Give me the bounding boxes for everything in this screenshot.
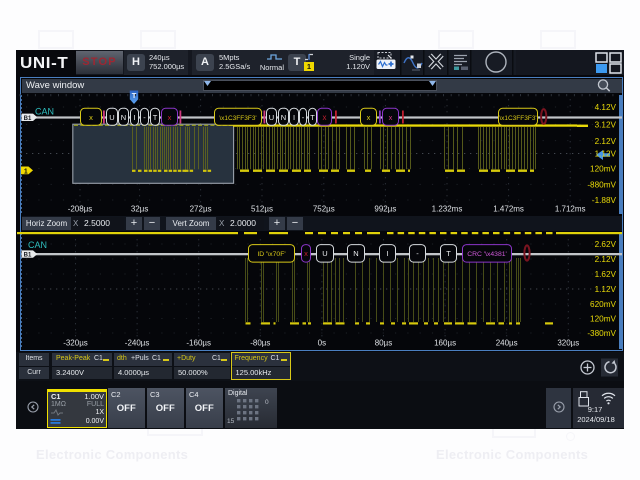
svg-text:-160µs: -160µs (186, 339, 211, 348)
svg-text:x: x (168, 113, 172, 122)
svg-text:B1: B1 (24, 116, 32, 122)
svg-text:\x1C3FF3F3': \x1C3FF3F3' (219, 115, 256, 122)
svg-text:T: T (446, 249, 451, 258)
svg-text:CAN: CAN (35, 107, 54, 117)
svg-text:620mV: 620mV (590, 300, 616, 309)
svg-text:-380mV: -380mV (587, 329, 616, 338)
svg-text:x: x (89, 113, 93, 122)
svg-text:-80µs: -80µs (250, 339, 270, 348)
svg-text:x: x (389, 113, 393, 122)
svg-text:240µs: 240µs (496, 339, 518, 348)
svg-text:80µs: 80µs (375, 339, 393, 348)
svg-text:2.62V: 2.62V (595, 240, 617, 249)
svg-text:1.712ms: 1.712ms (555, 205, 586, 214)
svg-text:N: N (121, 113, 126, 122)
svg-text:N: N (281, 113, 286, 122)
svg-text:0s: 0s (318, 339, 326, 348)
svg-text:752µs: 752µs (313, 205, 335, 214)
svg-text:T: T (310, 113, 315, 122)
svg-text:992µs: 992µs (374, 205, 396, 214)
svg-text:T: T (153, 113, 158, 122)
svg-text:U: U (109, 113, 114, 122)
svg-text:1.12V: 1.12V (595, 150, 617, 159)
svg-text:120mV: 120mV (590, 165, 616, 174)
svg-text:32µs: 32µs (131, 205, 149, 214)
svg-text:I: I (386, 249, 388, 258)
svg-text:160µs: 160µs (434, 339, 456, 348)
svg-text:-320µs: -320µs (63, 339, 88, 348)
svg-text:2.12V: 2.12V (595, 137, 617, 146)
svg-text:x: x (323, 113, 327, 122)
svg-text:I: I (293, 113, 295, 122)
svg-text:1.12V: 1.12V (595, 285, 617, 294)
svg-text:ID '\x70F': ID '\x70F' (257, 251, 285, 258)
svg-text:U: U (269, 113, 274, 122)
svg-text:x: x (304, 249, 308, 258)
svg-text:N: N (353, 249, 358, 258)
svg-text:4.12V: 4.12V (595, 103, 617, 112)
svg-text:B1: B1 (24, 253, 32, 259)
svg-text:2.12V: 2.12V (595, 255, 617, 264)
svg-text:\x1C3FF3F3': \x1C3FF3F3' (499, 115, 536, 122)
svg-text:I: I (133, 113, 135, 122)
svg-text:120mV: 120mV (590, 315, 616, 324)
svg-text:x: x (367, 113, 371, 122)
svg-text:-880mV: -880mV (587, 181, 616, 190)
svg-text:1.232ms: 1.232ms (432, 205, 463, 214)
svg-text:-240µs: -240µs (125, 339, 150, 348)
svg-text:CRC '\x4381': CRC '\x4381' (467, 251, 507, 258)
svg-text:1: 1 (24, 168, 28, 175)
svg-text:272µs: 272µs (190, 205, 212, 214)
svg-text:-208µs: -208µs (68, 205, 93, 214)
svg-text:-1.88V: -1.88V (592, 196, 617, 205)
svg-text:1.62V: 1.62V (595, 270, 617, 279)
svg-text:1.472ms: 1.472ms (493, 205, 524, 214)
svg-text:320µs: 320µs (557, 339, 579, 348)
svg-text:3.12V: 3.12V (595, 121, 617, 130)
svg-text:512µs: 512µs (251, 205, 273, 214)
svg-text:U: U (322, 249, 327, 258)
svg-text:CAN: CAN (28, 240, 47, 250)
